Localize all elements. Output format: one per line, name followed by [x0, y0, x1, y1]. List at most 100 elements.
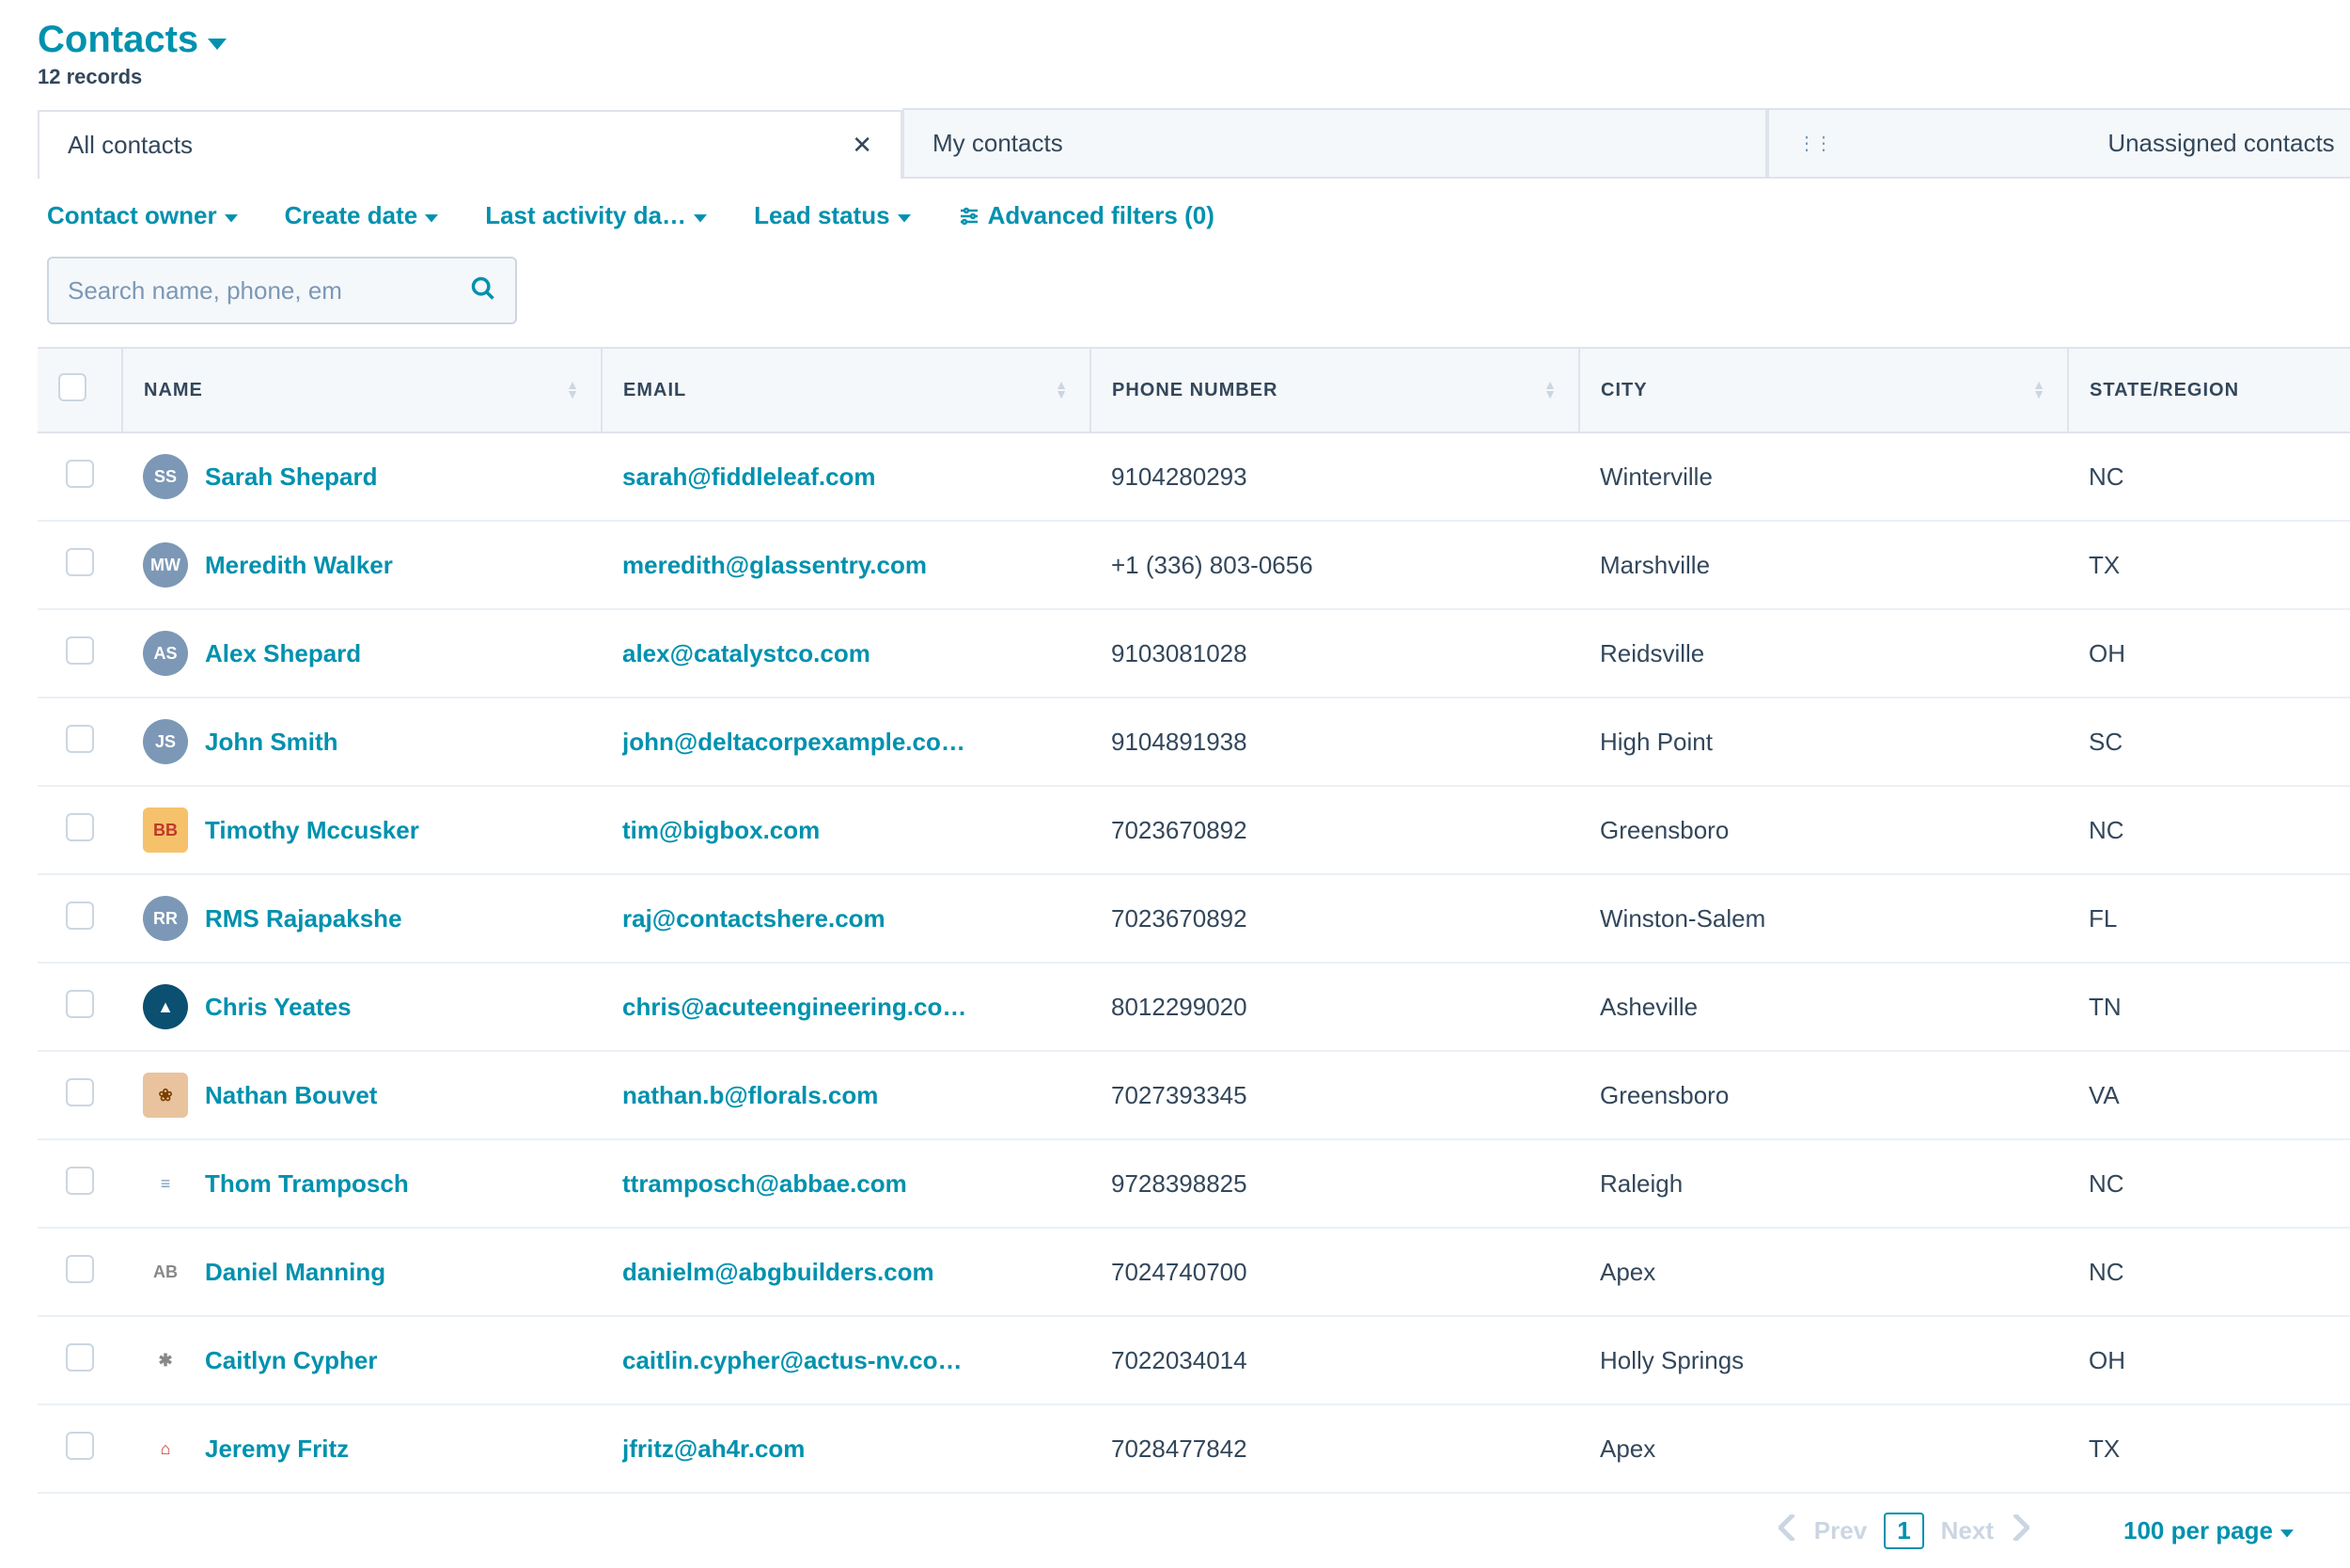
contact-city: Marshville — [1579, 521, 2068, 609]
view-tab[interactable]: My contacts — [902, 108, 1767, 177]
page-title-dropdown[interactable]: Contacts — [38, 19, 2350, 61]
contact-email-link[interactable]: ttramposch@abbae.com — [622, 1169, 907, 1199]
row-checkbox[interactable] — [66, 813, 94, 841]
contact-email-link[interactable]: sarah@fiddleleaf.com — [622, 463, 876, 492]
per-page-dropdown[interactable]: 100 per page — [2123, 1516, 2294, 1545]
page-title: Contacts — [38, 19, 198, 61]
view-tab[interactable]: All contacts✕ — [38, 110, 902, 179]
contact-city: Winterville — [1579, 432, 2068, 521]
chevron-right-icon[interactable] — [2011, 1514, 2029, 1547]
chevron-left-icon[interactable] — [1778, 1514, 1797, 1547]
row-checkbox[interactable] — [66, 460, 94, 488]
search-input[interactable] — [68, 276, 470, 306]
contact-name-link[interactable]: Caitlyn Cypher — [205, 1346, 378, 1375]
search-box[interactable] — [47, 257, 517, 324]
filters-row: Contact owner Create date Last activity … — [38, 179, 2350, 253]
avatar: ❀ — [143, 1073, 188, 1118]
contact-phone: 9728398825 — [1090, 1139, 1579, 1228]
contact-city: High Point — [1579, 698, 2068, 786]
contact-state: NC — [2068, 1139, 2350, 1228]
contact-name-link[interactable]: Thom Tramposch — [205, 1169, 409, 1199]
filter-create-date[interactable]: Create date — [285, 201, 439, 230]
next-button[interactable]: Next — [1941, 1516, 1994, 1545]
table-row: RRRMS Rajapaksheraj@contactshere.com7023… — [38, 874, 2350, 963]
row-checkbox[interactable] — [66, 902, 94, 930]
contact-city: Greensboro — [1579, 1051, 2068, 1139]
column-label: PHONE NUMBER — [1112, 380, 1277, 400]
contacts-table: NAME ▲▼ EMAIL ▲▼ PHONE NUMBER ▲▼ CITY ▲▼… — [38, 347, 2350, 1494]
row-checkbox[interactable] — [66, 548, 94, 576]
column-header-name[interactable]: NAME ▲▼ — [122, 348, 602, 432]
table-row: JSJohn Smithjohn@deltacorpexample.co…910… — [38, 698, 2350, 786]
prev-button[interactable]: Prev — [1814, 1516, 1867, 1545]
drag-handle-icon[interactable]: ⋮⋮ — [1797, 132, 1831, 155]
column-header-city[interactable]: CITY ▲▼ — [1579, 348, 2068, 432]
chevron-down-icon — [2280, 1516, 2294, 1545]
contact-name-link[interactable]: RMS Rajapakshe — [205, 904, 402, 933]
row-checkbox[interactable] — [66, 636, 94, 665]
column-header-phone[interactable]: PHONE NUMBER ▲▼ — [1090, 348, 1579, 432]
column-header-email[interactable]: EMAIL ▲▼ — [602, 348, 1090, 432]
page-header: Contacts 12 records — [38, 19, 2350, 89]
contact-state: TN — [2068, 963, 2350, 1051]
contact-name-link[interactable]: Timothy Mccusker — [205, 816, 419, 845]
contact-email-link[interactable]: alex@catalystco.com — [622, 639, 870, 668]
chevron-down-icon — [208, 19, 227, 61]
column-header-select — [38, 348, 122, 432]
search-icon — [470, 275, 496, 306]
contact-name-link[interactable]: Nathan Bouvet — [205, 1081, 377, 1110]
filter-label: Last activity da… — [485, 201, 686, 230]
table-row: ❀ Nathan Bouvet nathan.b@florals.com 702739… — [38, 1051, 2350, 1139]
contact-email-link[interactable]: chris@acuteengineering.co… — [622, 993, 966, 1022]
contact-city: Apex — [1579, 1404, 2068, 1493]
filter-contact-owner[interactable]: Contact owner — [47, 201, 238, 230]
table-row: SSSarah Shepardsarah@fiddleleaf.com91042… — [38, 432, 2350, 521]
contact-name-link[interactable]: Jeremy Fritz — [205, 1435, 349, 1464]
contact-name-link[interactable]: Meredith Walker — [205, 551, 393, 580]
contact-email-link[interactable]: raj@contactshere.com — [622, 904, 885, 933]
contact-email-link[interactable]: caitlin.cypher@actus-nv.co… — [622, 1346, 963, 1375]
chevron-down-icon — [425, 201, 438, 230]
contact-email-link[interactable]: tim@bigbox.com — [622, 816, 820, 845]
advanced-filters-button[interactable]: Advanced filters (0) — [958, 201, 1214, 230]
page-number[interactable]: 1 — [1884, 1513, 1923, 1549]
contact-city: Reidsville — [1579, 609, 2068, 698]
contact-name-link[interactable]: Daniel Manning — [205, 1258, 385, 1287]
filter-lead-status[interactable]: Lead status — [754, 201, 911, 230]
row-checkbox[interactable] — [66, 1167, 94, 1195]
contact-name-link[interactable]: Chris Yeates — [205, 993, 352, 1022]
contact-name-link[interactable]: Alex Shepard — [205, 639, 361, 668]
contact-phone: 7024740700 — [1090, 1228, 1579, 1316]
row-checkbox[interactable] — [66, 1255, 94, 1283]
avatar: RR — [143, 896, 188, 941]
table-row: ⌂Jeremy Fritzjfritz@ah4r.com7028477842Ap… — [38, 1404, 2350, 1493]
close-icon[interactable]: ✕ — [852, 131, 872, 160]
contact-state: NC — [2068, 1228, 2350, 1316]
contact-phone: 7022034014 — [1090, 1316, 1579, 1404]
contact-email-link[interactable]: danielm@abgbuilders.com — [622, 1258, 934, 1287]
contact-state: NC — [2068, 432, 2350, 521]
contact-email-link[interactable]: nathan.b@florals.com — [622, 1081, 878, 1110]
avatar: ⌂ — [143, 1426, 188, 1471]
contact-phone: 7027393345 — [1090, 1051, 1579, 1139]
sort-icon: ▲▼ — [1543, 380, 1558, 399]
row-checkbox[interactable] — [66, 1432, 94, 1460]
view-tab[interactable]: ⋮⋮Unassigned contacts — [1767, 108, 2350, 177]
contact-name-link[interactable]: John Smith — [205, 728, 338, 757]
search-wrap — [38, 253, 2350, 347]
contact-email-link[interactable]: john@deltacorpexample.co… — [622, 728, 965, 757]
filter-last-activity[interactable]: Last activity da… — [485, 201, 707, 230]
table-row: ASAlex Shepardalex@catalystco.com9103081… — [38, 609, 2350, 698]
contact-email-link[interactable]: jfritz@ah4r.com — [622, 1435, 805, 1464]
column-header-state[interactable]: STATE/REGION — [2068, 348, 2350, 432]
contact-name-link[interactable]: Sarah Shepard — [205, 463, 378, 492]
row-checkbox[interactable] — [66, 1078, 94, 1106]
contact-email-link[interactable]: meredith@glassentry.com — [622, 551, 927, 580]
select-all-checkbox[interactable] — [58, 373, 86, 401]
row-checkbox[interactable] — [66, 1343, 94, 1372]
row-checkbox[interactable] — [66, 725, 94, 753]
row-checkbox[interactable] — [66, 990, 94, 1018]
avatar: BB — [143, 808, 188, 853]
chevron-down-icon — [225, 201, 238, 230]
avatar: AB — [143, 1249, 188, 1294]
